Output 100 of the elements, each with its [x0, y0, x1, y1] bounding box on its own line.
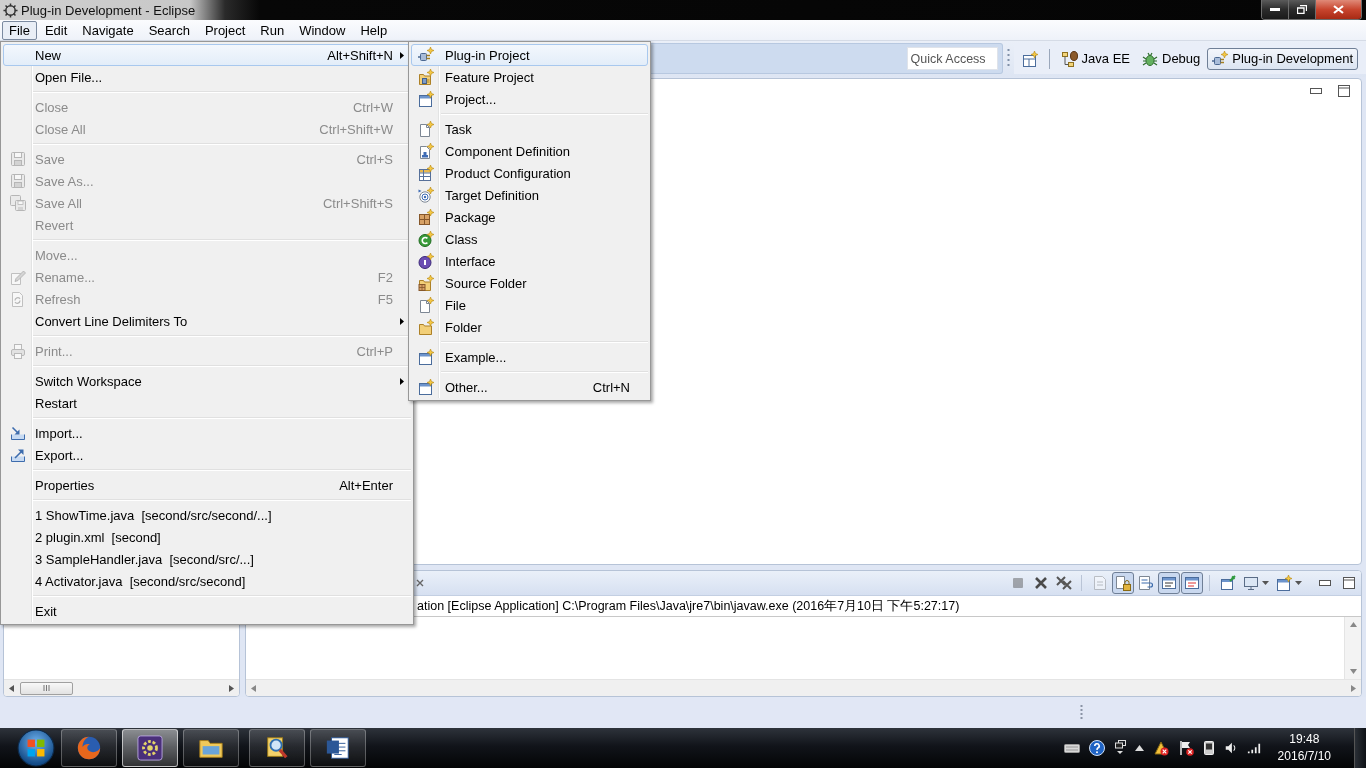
menu-item[interactable]: New Alt+Shift+N — [3, 44, 411, 66]
menu-item[interactable]: Open File... — [3, 66, 411, 88]
menu-item[interactable]: Import... — [3, 422, 411, 444]
window-lines-icon — [1161, 575, 1177, 591]
toolbar-button[interactable] — [1158, 572, 1180, 594]
menu-bar-item[interactable]: File — [2, 20, 37, 40]
close-button[interactable] — [1316, 0, 1361, 19]
taskbar-button[interactable] — [249, 729, 305, 767]
show-desktop-button[interactable] — [1354, 728, 1366, 768]
restore-button[interactable] — [1289, 0, 1316, 19]
perspective-button[interactable]: Plug-in Development — [1207, 47, 1358, 70]
globe-icon — [76, 735, 102, 761]
perspective-button[interactable]: Debug — [1137, 47, 1206, 70]
left-arrow-icon[interactable] — [9, 684, 14, 692]
menu-item[interactable]: 3 SampleHandler.java [second/src/...] — [3, 548, 411, 570]
scrollbar-thumb[interactable] — [20, 681, 73, 695]
menu-item[interactable]: Feature Project — [411, 66, 648, 88]
two-windows-icon[interactable] — [1113, 740, 1126, 756]
close-icon — [1333, 5, 1344, 14]
menu-bar-item[interactable]: Help — [353, 20, 395, 40]
maximize-icon[interactable] — [1343, 577, 1355, 589]
toolbar-button[interactable] — [1112, 572, 1134, 594]
page-lines-icon — [1092, 575, 1108, 591]
horizontal-scrollbar[interactable] — [246, 679, 1361, 696]
menu-item[interactable]: Class — [411, 228, 648, 250]
minimize-icon[interactable] — [1319, 580, 1331, 586]
signal-bars-icon[interactable] — [1246, 742, 1261, 754]
menu-item[interactable]: 4 Activator.java [second/src/second] — [3, 570, 411, 592]
right-arrow-icon[interactable] — [1351, 684, 1356, 692]
start-button[interactable] — [16, 728, 56, 768]
horizontal-scrollbar[interactable] — [4, 679, 239, 696]
tray-arrow-icon — [9, 425, 26, 441]
tray-arrow-icon — [9, 447, 26, 463]
clock-date[interactable]: 2016/7/10 — [1277, 748, 1331, 765]
menu-item[interactable]: Task — [411, 118, 648, 140]
menu-item[interactable]: Exit — [3, 600, 411, 622]
help-icon[interactable] — [1088, 740, 1105, 756]
window-lines-icon — [1184, 575, 1200, 591]
taskbar-button[interactable] — [310, 729, 366, 767]
down-arrow-icon[interactable] — [1349, 669, 1357, 674]
menu-bar-item[interactable]: Edit — [37, 20, 75, 40]
menu-item[interactable]: Convert Line Delimiters To — [3, 310, 411, 332]
grip-lines-icon — [43, 685, 50, 691]
console-description: ation [Eclipse Application] C:\Program Files\Java\jre7\bin\javaw.exe (2016年7月10日 下午5:27:17) — [417, 597, 960, 615]
page-arrows-icon — [9, 291, 26, 307]
menu-item[interactable]: Restart — [3, 392, 411, 414]
menu-item[interactable]: 2 plugin.xml [second] — [3, 526, 411, 548]
taskbar-button[interactable] — [61, 729, 117, 767]
menu-bar-item[interactable]: Search — [141, 20, 197, 40]
menu-item[interactable]: Component Definition — [411, 140, 648, 162]
diagram-icon — [1061, 50, 1078, 67]
up-arrow-icon[interactable] — [1134, 745, 1144, 751]
page-wrap-icon — [1138, 575, 1154, 591]
vertical-scrollbar[interactable] — [1344, 617, 1361, 679]
device-icon[interactable] — [1202, 740, 1215, 756]
menu-bar-item[interactable]: Run — [253, 20, 292, 40]
sphere-icon — [417, 253, 434, 269]
shortcut-text: Ctrl+P — [356, 343, 393, 359]
maximize-icon[interactable] — [1338, 85, 1350, 97]
menu-item[interactable]: Package — [411, 206, 648, 228]
menu-item[interactable]: Export... — [3, 444, 411, 466]
menu-item[interactable]: Switch Workspace — [3, 370, 411, 392]
menu-item[interactable]: 1 ShowTime.java [second/src/second/...] — [3, 504, 411, 526]
menu-item[interactable]: Plug-in Project — [411, 44, 648, 66]
menu-item[interactable]: Source Folder — [411, 272, 648, 294]
gear-tile-icon — [137, 735, 163, 761]
menu-item[interactable]: Properties Alt+Enter — [3, 474, 411, 496]
menu-bar-item[interactable]: Window — [292, 20, 353, 40]
flag-icon[interactable] — [1177, 740, 1194, 756]
perspective-button[interactable]: Java EE — [1056, 47, 1135, 70]
taskbar-button[interactable] — [183, 729, 239, 767]
menu-item[interactable]: Product Configuration — [411, 162, 648, 184]
minimize-icon[interactable] — [1310, 88, 1322, 94]
menu-bar-item[interactable]: Project — [197, 20, 253, 40]
left-arrow-icon[interactable] — [251, 684, 256, 692]
menu-item[interactable]: Project... — [411, 88, 648, 110]
window-icon — [417, 91, 434, 107]
menu-item[interactable]: Example... — [411, 346, 648, 368]
toolbar-button[interactable] — [1181, 572, 1203, 594]
menu-item[interactable]: Target Definition — [411, 184, 648, 206]
taskbar-button[interactable] — [122, 729, 178, 767]
menu-item[interactable]: File — [411, 294, 648, 316]
close-icon[interactable] — [416, 579, 424, 587]
menu-bar-item[interactable]: Navigate — [75, 20, 141, 40]
menu-item[interactable]: Interface — [411, 250, 648, 272]
alert-icon[interactable] — [1152, 740, 1169, 756]
clock-time[interactable]: 19:48 — [1289, 731, 1320, 748]
shortcut-text: Ctrl+Shift+W — [319, 121, 393, 137]
cross-icon — [1033, 575, 1049, 591]
grip-icon — [1080, 704, 1083, 721]
shortcut-text: Alt+Enter — [339, 477, 393, 493]
printer-icon — [9, 343, 26, 359]
shortcut-text: F5 — [377, 291, 393, 307]
shortcut-text: F2 — [377, 269, 393, 285]
minimize-button[interactable] — [1262, 0, 1289, 19]
right-arrow-icon[interactable] — [229, 684, 234, 692]
quick-access-field[interactable]: Quick Access — [906, 47, 998, 70]
menu-item[interactable]: Other... Ctrl+N — [411, 376, 648, 398]
menu-item[interactable]: Folder — [411, 316, 648, 338]
speaker-icon[interactable] — [1223, 741, 1238, 755]
